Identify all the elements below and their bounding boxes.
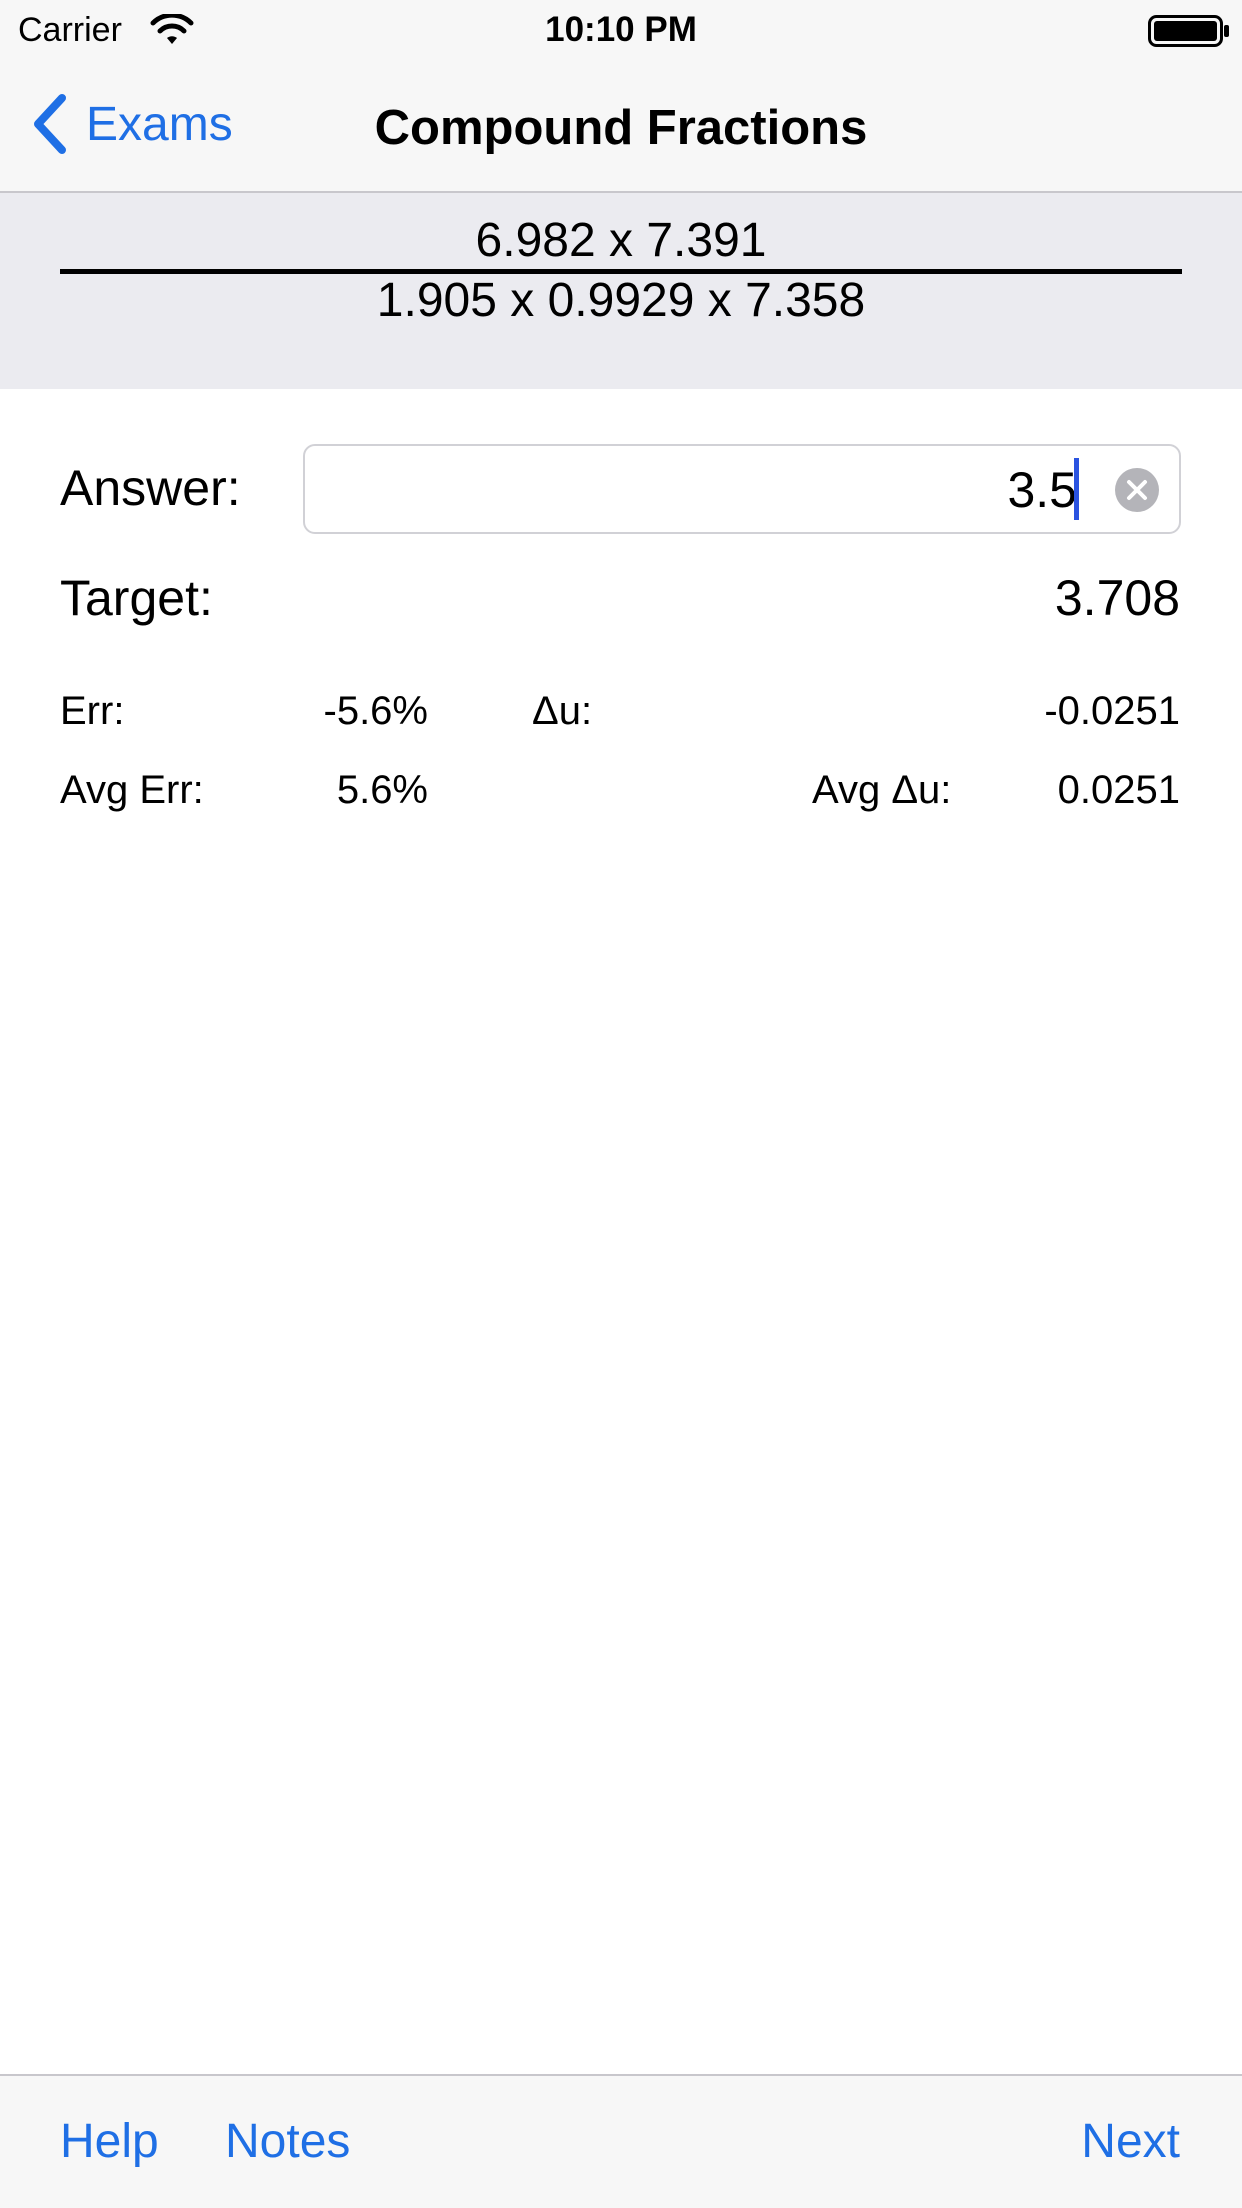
problem-panel: 6.982 x 7.391 1.905 x 0.9929 x 7.358 — [0, 193, 1242, 389]
fraction-numerator: 6.982 x 7.391 — [475, 214, 767, 267]
navigation-bar: Exams Compound Fractions — [0, 60, 1242, 193]
answer-label: Answer: — [60, 460, 241, 516]
target-value: 3.708 — [1054, 570, 1180, 626]
status-time: 10:10 PM — [545, 10, 697, 49]
next-button[interactable]: Next — [1081, 2114, 1180, 2170]
page-title: Compound Fractions — [374, 101, 868, 155]
delta-u-label: Δu: — [532, 689, 593, 733]
avg-err-value: 5.6% — [336, 768, 428, 812]
err-value: -5.6% — [323, 689, 429, 733]
answer-input-value: 3.5 — [1007, 462, 1077, 518]
notes-button[interactable]: Notes — [225, 2114, 350, 2170]
err-label: Err: — [60, 689, 125, 733]
target-label: Target: — [60, 570, 213, 626]
battery-full-icon — [1148, 15, 1229, 47]
clear-circle-icon[interactable] — [1115, 468, 1159, 512]
fraction-denominator: 1.905 x 0.9929 x 7.358 — [376, 274, 866, 327]
bottom-toolbar: Help Notes Next — [0, 2074, 1242, 2208]
help-button[interactable]: Help — [60, 2114, 159, 2170]
status-bar: Carrier 10:10 PM — [0, 0, 1242, 60]
answer-input[interactable]: 3.5 — [303, 444, 1181, 534]
avg-delta-u-value: 0.0251 — [1057, 768, 1180, 812]
delta-u-value: -0.0251 — [1044, 689, 1180, 733]
avg-err-label: Avg Err: — [60, 768, 204, 812]
text-caret — [1074, 458, 1079, 520]
avg-delta-u-label: Avg Δu: — [812, 768, 952, 812]
